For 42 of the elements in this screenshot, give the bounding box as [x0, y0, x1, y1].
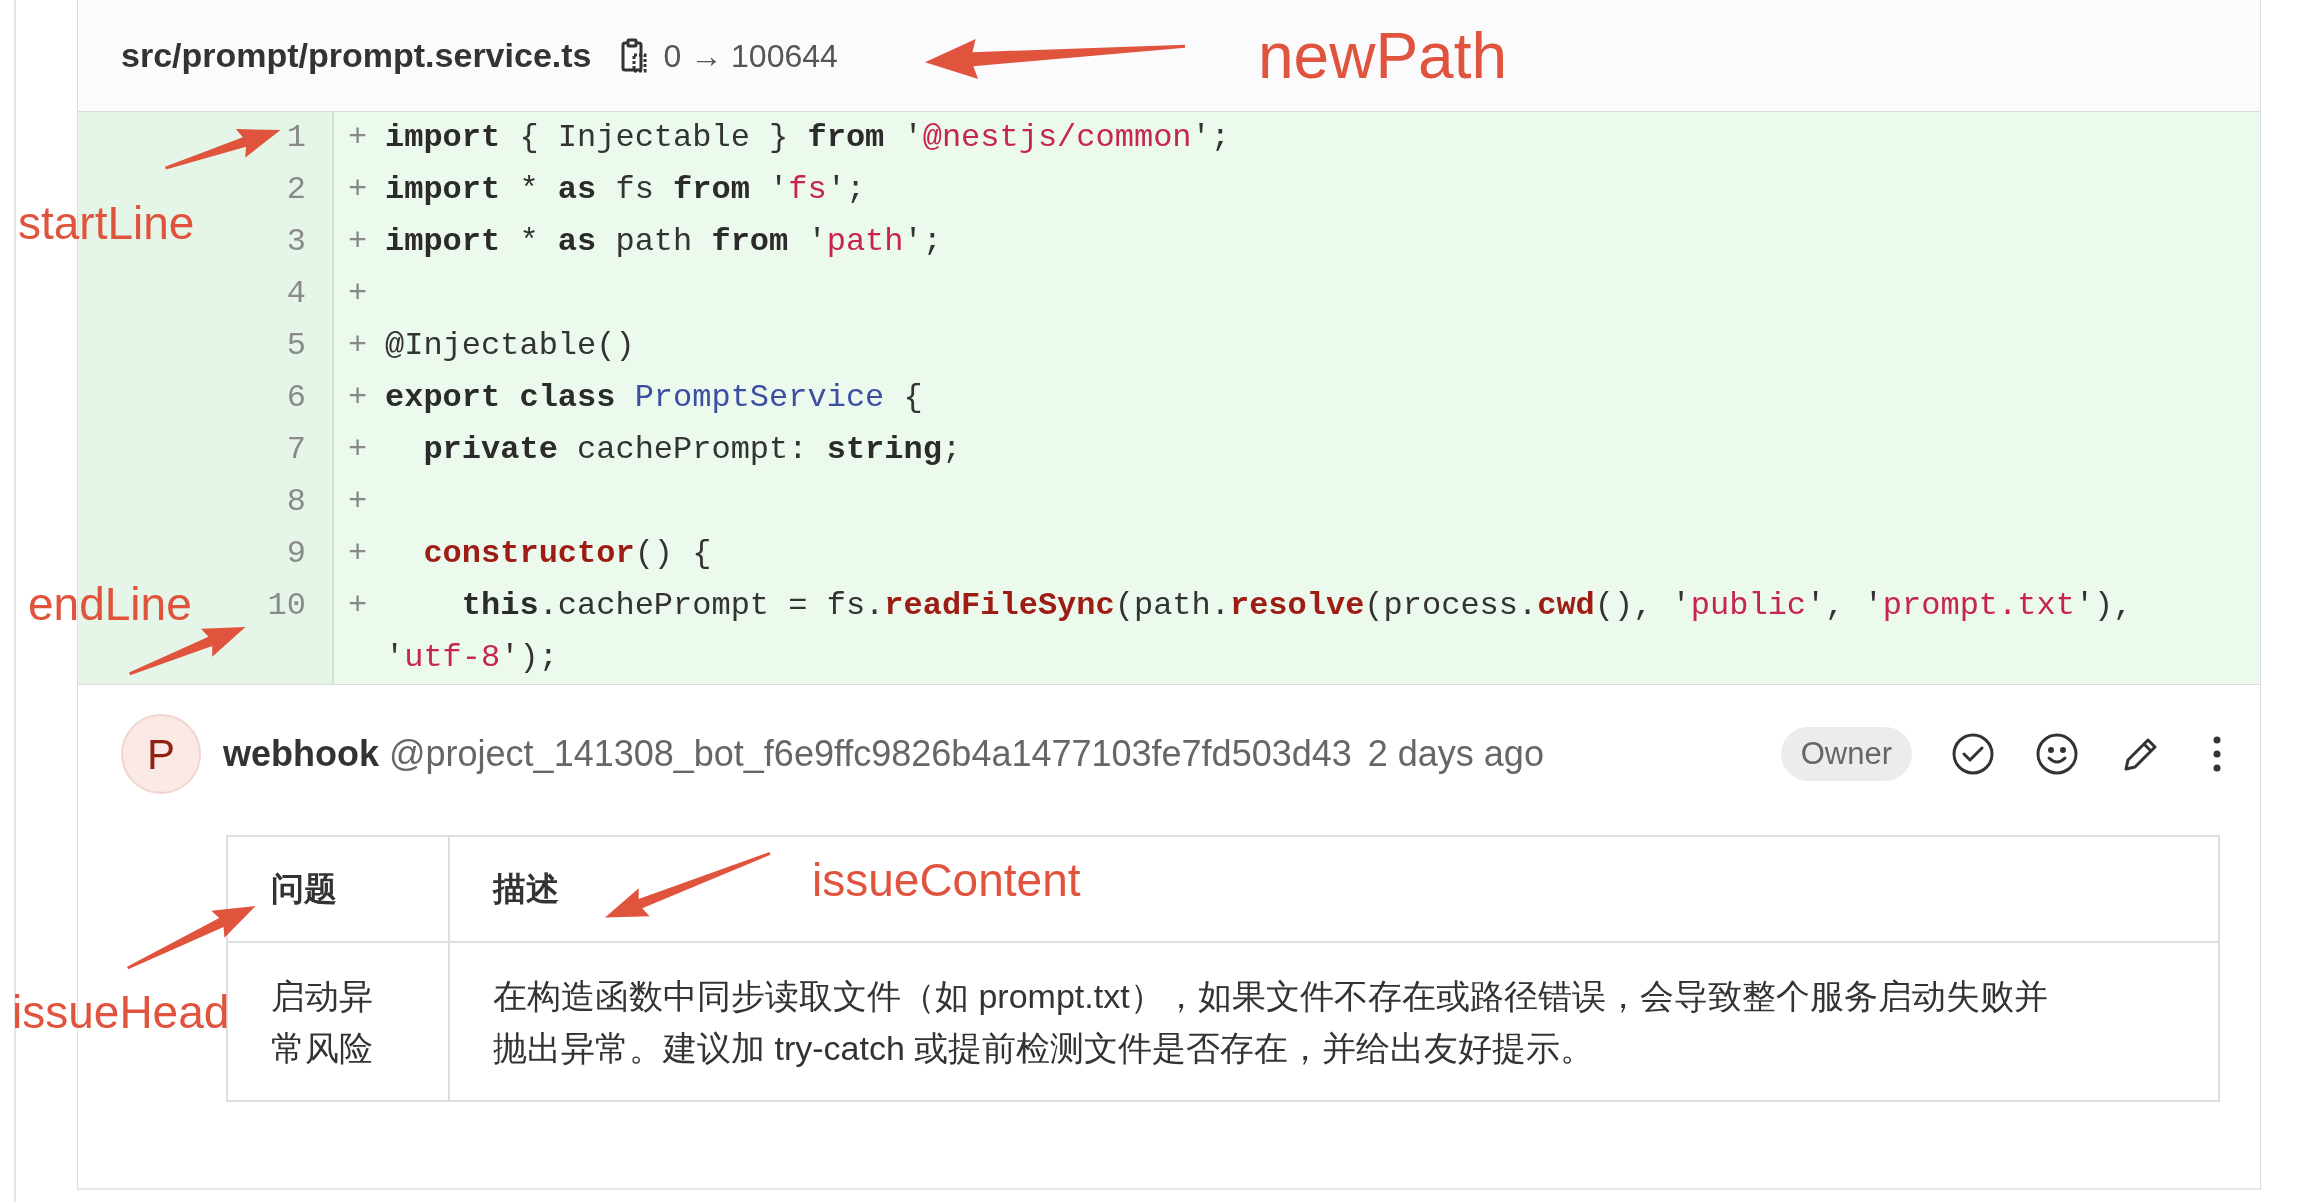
added-line-marker: +: [348, 326, 369, 366]
added-line-marker: +: [348, 482, 369, 522]
copy-icon[interactable]: [621, 37, 648, 74]
code-line: @Injectable(): [385, 326, 636, 366]
added-line-marker: +: [348, 378, 369, 418]
added-line-marker: +: [348, 170, 369, 210]
author-handle: @project_141308_bot_f6e9ffc9826b4a1477103fe7fd503d43: [389, 732, 1352, 776]
resolve-check-icon[interactable]: [1950, 731, 1996, 777]
line-number: 6: [78, 372, 334, 424]
table-cell: 在构造函数中同步读取文件（如 prompt.txt），如果文件不存在或路径错误，会导致整个服务启动失败并抛出异常。建议加 try-catch 或提前检测文件是否存在，并给出友好提示。: [449, 942, 2219, 1101]
line-number: 7: [78, 424, 334, 476]
line-number: 1: [78, 112, 334, 164]
file-mode-change: 0 → 100644: [663, 36, 838, 76]
code-line: import * as fs from 'fs';: [385, 170, 867, 210]
annotation-label: newPath: [1258, 24, 1508, 88]
line-number: 4: [78, 268, 334, 320]
code-line: constructor() {: [422, 534, 713, 574]
added-line-marker: +: [348, 222, 369, 262]
added-line-marker: +: [348, 118, 369, 158]
code-line: private cachePrompt: string;: [422, 430, 963, 470]
comment-time: 2 days ago: [1367, 732, 1544, 776]
avatar[interactable]: P: [121, 714, 201, 794]
line-number: 5: [78, 320, 334, 372]
author-name[interactable]: webhook: [223, 727, 379, 781]
annotation-label: issueContent: [812, 857, 1081, 903]
annotation-label: endLine: [28, 581, 192, 627]
code-line: export class PromptService {: [385, 378, 924, 418]
annotation-label: issueHead: [12, 989, 230, 1035]
code-line: import * as path from 'path';: [385, 222, 943, 262]
code-line: import { Injectable } from '@nestjs/common';: [385, 118, 1231, 158]
added-line-marker: +: [348, 534, 369, 574]
line-number: 9: [78, 528, 334, 580]
file-path: src/prompt/prompt.service.ts: [121, 35, 592, 76]
code-line: this.cachePrompt = fs.readFileSync(path.resolve(process.cwd(), 'public', 'prompt.txt'), 'utf-8');: [385, 586, 2134, 678]
smiley-icon[interactable]: [2034, 731, 2080, 777]
line-number: 8: [78, 476, 334, 528]
role-badge: Owner: [1780, 726, 1912, 782]
table-cell: 启动异常风险: [227, 942, 449, 1101]
added-line-marker: +: [348, 274, 369, 314]
table-header: 问题: [227, 836, 449, 942]
added-line-marker: +: [348, 586, 369, 626]
added-line-marker: +: [348, 430, 369, 470]
